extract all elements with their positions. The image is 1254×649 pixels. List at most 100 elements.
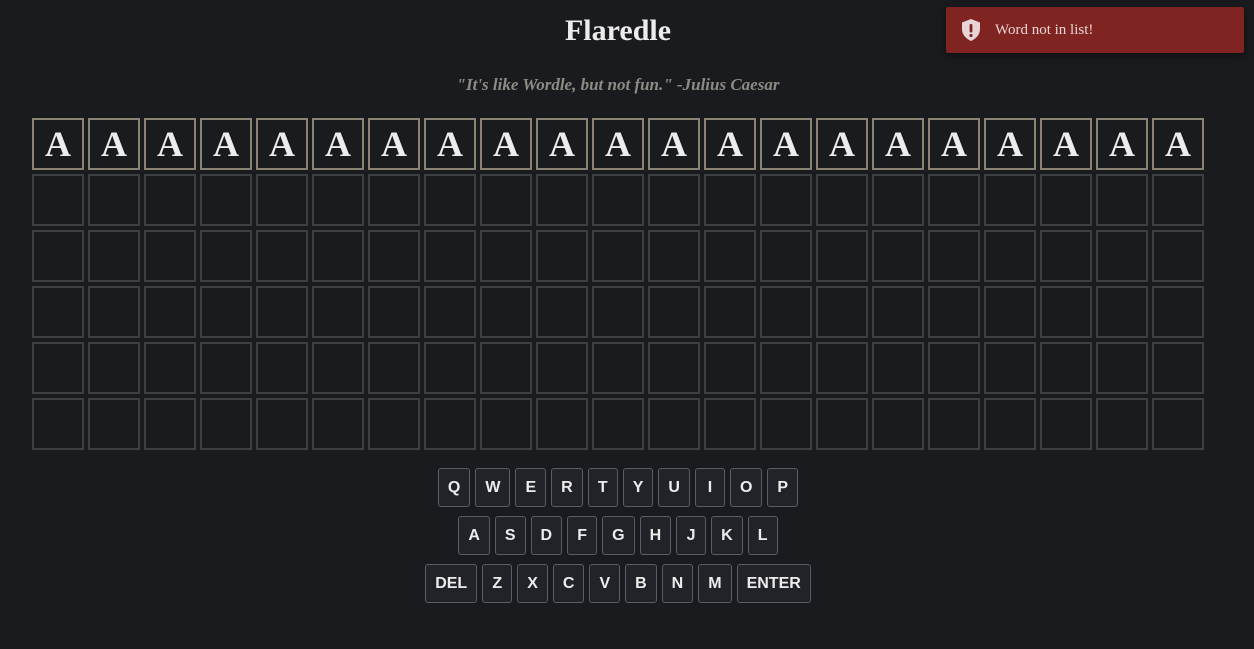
- key-o[interactable]: O: [729, 468, 763, 507]
- board-tile: [88, 398, 140, 450]
- board-tile: A: [424, 118, 476, 170]
- board-tile: [984, 398, 1036, 450]
- key-p[interactable]: P: [767, 468, 799, 507]
- board-tile: [928, 286, 980, 338]
- key-x[interactable]: X: [517, 564, 548, 603]
- board-tile: [32, 342, 84, 394]
- key-s[interactable]: S: [494, 516, 526, 555]
- board-tile: [312, 286, 364, 338]
- key-g[interactable]: G: [602, 516, 635, 555]
- board-tile: A: [312, 118, 364, 170]
- board-tile: [648, 286, 700, 338]
- key-del[interactable]: DEL: [425, 564, 478, 603]
- keyboard-row: ASDFGHJKL: [0, 516, 1236, 555]
- board-tile: [648, 230, 700, 282]
- board-tile: [368, 174, 420, 226]
- board-tile: [256, 174, 308, 226]
- board-tile: [872, 230, 924, 282]
- key-u[interactable]: U: [658, 468, 690, 507]
- key-b[interactable]: B: [625, 564, 657, 603]
- board-tile: [88, 286, 140, 338]
- key-a[interactable]: A: [458, 516, 490, 555]
- board-tile: [760, 174, 812, 226]
- board-tile: [1096, 174, 1148, 226]
- board-tile: [928, 174, 980, 226]
- board-tile: [480, 230, 532, 282]
- board-tile: [424, 398, 476, 450]
- board-tile: [928, 230, 980, 282]
- board-tile: [872, 342, 924, 394]
- key-c[interactable]: C: [552, 564, 585, 603]
- board-tile: A: [872, 118, 924, 170]
- board-tile: [88, 342, 140, 394]
- key-j[interactable]: J: [676, 516, 707, 555]
- key-e[interactable]: E: [515, 468, 547, 507]
- board-tile: [1040, 230, 1092, 282]
- board-tile: A: [88, 118, 140, 170]
- key-t[interactable]: T: [587, 468, 618, 507]
- board-tile: [480, 342, 532, 394]
- board-tile: A: [200, 118, 252, 170]
- game-board: AAAAAAAAAAAAAAAAAAAAA: [32, 118, 1204, 450]
- board-tile: [536, 230, 588, 282]
- key-y[interactable]: Y: [622, 468, 654, 507]
- board-tile: [648, 174, 700, 226]
- board-tile: [536, 398, 588, 450]
- board-tile: A: [928, 118, 980, 170]
- board-tile: A: [704, 118, 756, 170]
- key-k[interactable]: K: [711, 516, 743, 555]
- key-l[interactable]: L: [747, 516, 778, 555]
- board-tile: [816, 230, 868, 282]
- board-tile: A: [32, 118, 84, 170]
- board-tile: [424, 286, 476, 338]
- key-n[interactable]: N: [661, 564, 694, 603]
- key-h[interactable]: H: [639, 516, 672, 555]
- key-f[interactable]: F: [567, 516, 598, 555]
- board-tile: A: [1096, 118, 1148, 170]
- board-tile: A: [144, 118, 196, 170]
- board-tile: [1096, 230, 1148, 282]
- key-r[interactable]: R: [551, 468, 583, 507]
- board-tile: A: [1040, 118, 1092, 170]
- key-z[interactable]: Z: [482, 564, 513, 603]
- key-m[interactable]: M: [698, 564, 732, 603]
- board-tile: [760, 342, 812, 394]
- board-tile: [200, 286, 252, 338]
- page-subtitle: "It's like Wordle, but not fun." -Julius…: [456, 75, 780, 94]
- board-tile: [1152, 398, 1204, 450]
- board-tile: [704, 230, 756, 282]
- board-tile: [256, 230, 308, 282]
- key-d[interactable]: D: [530, 516, 563, 555]
- key-enter[interactable]: ENTER: [736, 564, 811, 603]
- board-tile: [536, 342, 588, 394]
- board-tile: [816, 398, 868, 450]
- board-tile: [1040, 342, 1092, 394]
- board-tile: [704, 286, 756, 338]
- board-tile: [424, 342, 476, 394]
- key-i[interactable]: I: [694, 468, 725, 507]
- board-tile: [1152, 286, 1204, 338]
- board-tile: [872, 398, 924, 450]
- board-tile: [368, 286, 420, 338]
- key-v[interactable]: V: [589, 564, 621, 603]
- board-tile: A: [536, 118, 588, 170]
- board-tile: [760, 286, 812, 338]
- board-tile: [480, 286, 532, 338]
- board-tile: [312, 174, 364, 226]
- board-tile: [256, 398, 308, 450]
- board-tile: [1096, 286, 1148, 338]
- board-tile: [312, 342, 364, 394]
- error-toast[interactable]: Word not in list!: [946, 7, 1244, 53]
- board-tile: A: [592, 118, 644, 170]
- board-tile: [872, 174, 924, 226]
- board-tile: A: [256, 118, 308, 170]
- board-tile: [480, 398, 532, 450]
- board-tile: [536, 286, 588, 338]
- key-w[interactable]: W: [475, 468, 511, 507]
- key-q[interactable]: Q: [437, 468, 471, 507]
- board-tile: [480, 174, 532, 226]
- board-tile: [256, 342, 308, 394]
- board-tile: A: [648, 118, 700, 170]
- board-tile: [200, 174, 252, 226]
- board-tile: [1040, 398, 1092, 450]
